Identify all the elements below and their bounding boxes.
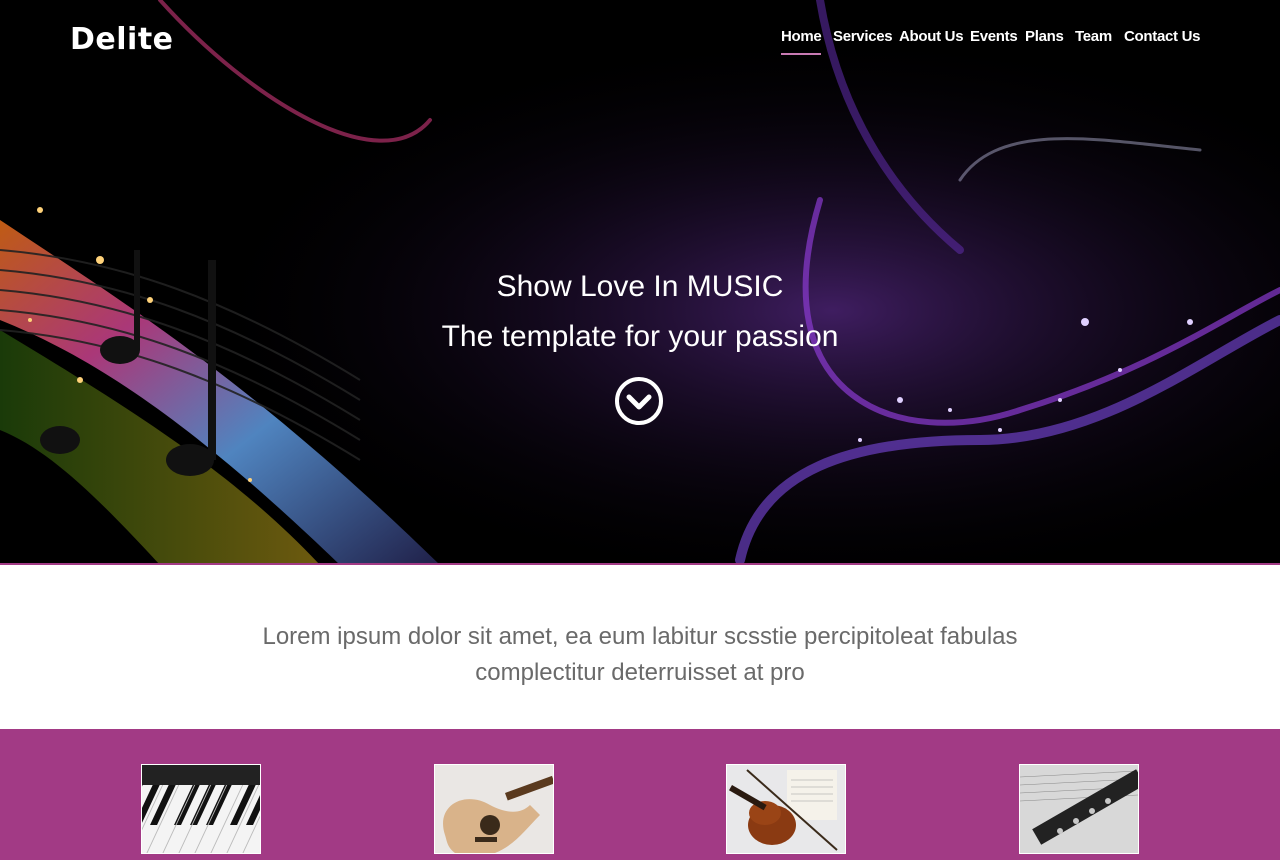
intro-text: Lorem ipsum dolor sit amet, ea eum labit… bbox=[262, 623, 1018, 686]
guitar-image bbox=[435, 765, 553, 853]
clarinet-thumbnail[interactable] bbox=[1019, 764, 1139, 854]
violin-image bbox=[727, 765, 845, 853]
nav-plans-link[interactable]: Plans bbox=[1025, 28, 1064, 45]
chevron-down-circle-icon bbox=[615, 377, 663, 425]
nav-events-link[interactable]: Events bbox=[970, 28, 1018, 45]
intro-section: Lorem ipsum dolor sit amet, ea eum labit… bbox=[0, 565, 1280, 729]
clarinet-image bbox=[1020, 765, 1138, 853]
nav-about-us-link[interactable]: About Us bbox=[899, 28, 964, 45]
piano-image bbox=[142, 765, 260, 853]
nav-home-link[interactable]: Home bbox=[781, 28, 822, 55]
hero-title: Show Love In MUSIC bbox=[496, 270, 784, 303]
violin-thumbnail[interactable] bbox=[726, 764, 846, 854]
instruments-band bbox=[0, 729, 1280, 860]
nav-services-link[interactable]: Services bbox=[833, 28, 893, 45]
main-nav: Home Services About Us Events Plans Team… bbox=[0, 28, 1280, 58]
scroll-down-button[interactable] bbox=[614, 376, 664, 426]
guitar-thumbnail[interactable] bbox=[434, 764, 554, 854]
nav-contact-us-link[interactable]: Contact Us bbox=[1124, 28, 1200, 45]
nav-team-link[interactable]: Team bbox=[1075, 28, 1112, 45]
hero-subtitle: The template for your passion bbox=[441, 320, 839, 353]
piano-thumbnail[interactable] bbox=[141, 764, 261, 854]
hero-banner: Delite Home Services About Us Events Pla… bbox=[0, 0, 1280, 565]
